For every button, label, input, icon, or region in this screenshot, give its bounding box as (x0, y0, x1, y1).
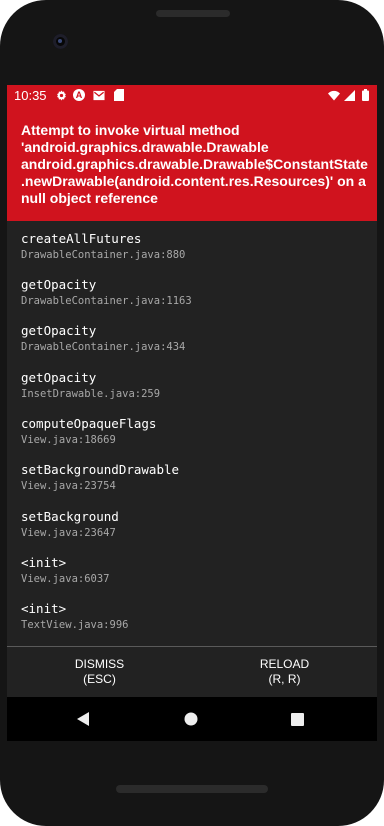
battery-icon (359, 89, 371, 101)
earpiece-speaker (156, 10, 230, 17)
frame-location: View.java:6037 (21, 573, 110, 585)
error-message: Attempt to invoke virtual method 'androi… (21, 122, 368, 206)
stack-frame[interactable]: computeOpaqueFlags View.java:18669 (21, 416, 361, 446)
gear-icon (55, 89, 67, 101)
signal-icon (343, 89, 355, 101)
frame-method: setBackgroundDrawable (21, 462, 180, 477)
frame-location: View.java:23754 (21, 480, 116, 492)
frame-method: <init> (21, 601, 67, 616)
frame-location: DrawableContainer.java:1163 (21, 295, 192, 307)
mail-icon (93, 89, 105, 101)
front-camera (53, 34, 68, 49)
error-actions: DISMISS (ESC) RELOAD (R, R) (7, 647, 377, 697)
dismiss-shortcut: (ESC) (83, 672, 116, 686)
sd-card-icon (113, 89, 125, 101)
stack-frame[interactable]: <init> View.java:6037 (21, 555, 361, 585)
frame-location: DrawableContainer.java:434 (21, 341, 186, 353)
frame-location: TextView.java:996 (21, 619, 129, 631)
stack-frame[interactable]: setBackgroundDrawable View.java:23754 (21, 462, 361, 492)
back-icon[interactable] (71, 707, 95, 731)
bottom-speaker (116, 785, 268, 793)
a-badge-icon: A (73, 89, 85, 101)
frame-method: getOpacity (21, 370, 97, 385)
error-header: Attempt to invoke virtual method 'androi… (7, 106, 377, 221)
reload-label: RELOAD (259, 657, 310, 671)
frame-location: View.java:18669 (21, 434, 116, 446)
svg-text:A: A (76, 90, 83, 100)
stack-frame[interactable]: getOpacity DrawableContainer.java:1163 (21, 277, 361, 307)
status-bar: 10:35 A (7, 85, 377, 106)
frame-method: getOpacity (21, 323, 97, 338)
screen: 10:35 A Attempt to invoke virtual method… (7, 85, 377, 741)
stack-frame[interactable]: <init> TextView.java:996 (21, 601, 361, 631)
stack-frame[interactable]: getOpacity DrawableContainer.java:434 (21, 323, 361, 353)
frame-method: getOpacity (21, 277, 97, 292)
status-time: 10:35 (14, 88, 47, 103)
stack-frame[interactable]: createAllFutures DrawableContainer.java:… (21, 231, 361, 261)
frame-method: <init> (21, 555, 67, 570)
stack-frame[interactable]: getOpacity InsetDrawable.java:259 (21, 370, 361, 400)
frame-method: setBackground (21, 509, 119, 524)
navigation-bar (7, 697, 377, 741)
frame-method: computeOpaqueFlags (21, 416, 157, 431)
frame-location: InsetDrawable.java:259 (21, 388, 161, 400)
wifi-icon (328, 89, 340, 101)
stack-frame[interactable]: setBackground View.java:23647 (21, 509, 361, 539)
frame-location: DrawableContainer.java:880 (21, 249, 186, 261)
phone-frame: 10:35 A Attempt to invoke virtual method… (0, 0, 384, 826)
frame-location: View.java:23647 (21, 527, 116, 539)
dismiss-label: DISMISS (74, 657, 125, 671)
recents-icon[interactable] (285, 707, 309, 731)
reload-button[interactable]: RELOAD (R, R) (192, 647, 377, 697)
reload-shortcut: (R, R) (268, 672, 301, 686)
dismiss-button[interactable]: DISMISS (ESC) (7, 647, 192, 697)
frame-method: createAllFutures (21, 231, 142, 246)
home-icon[interactable] (179, 707, 203, 731)
